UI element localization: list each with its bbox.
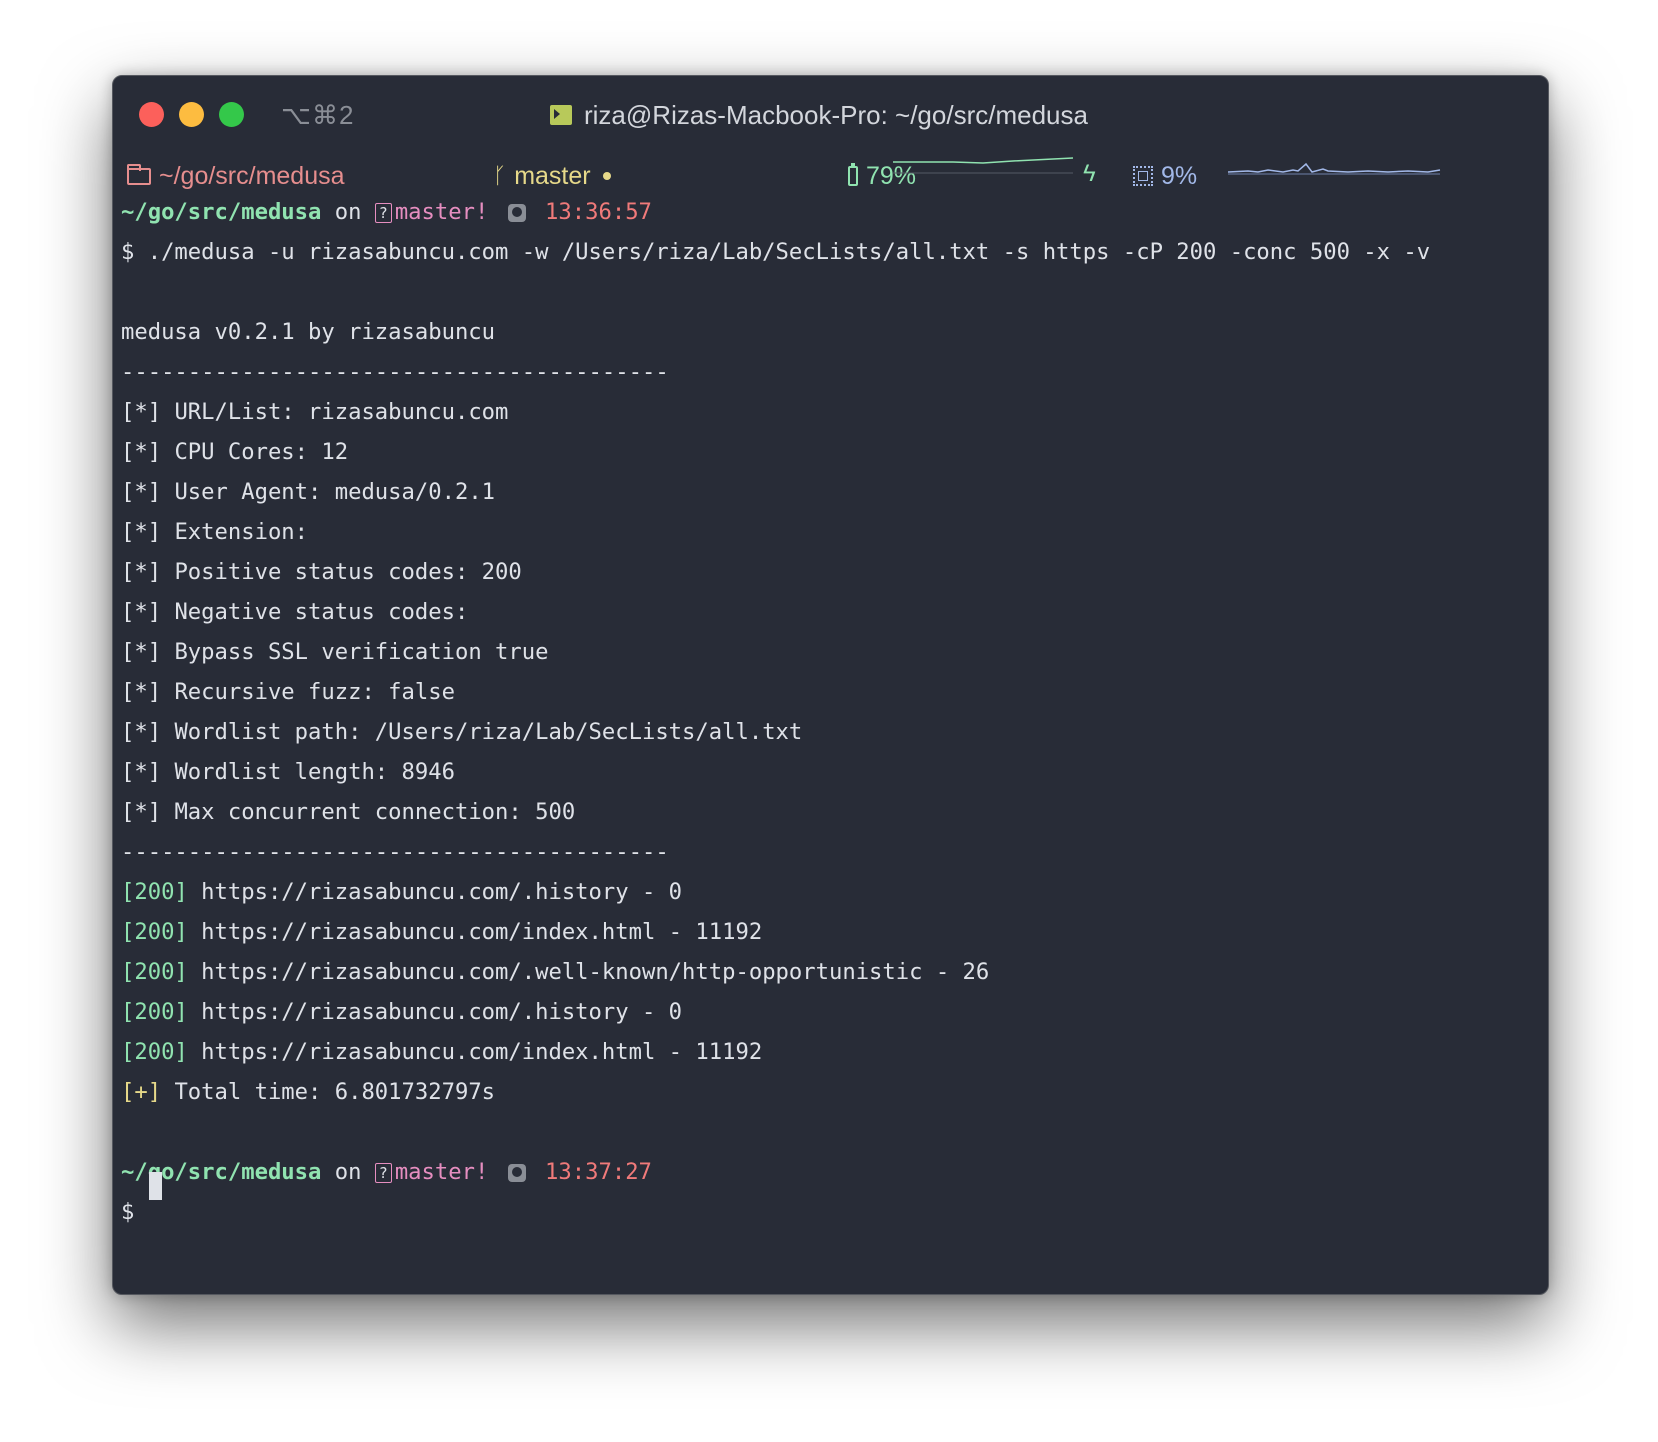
clock-icon [507, 1163, 526, 1182]
status-branch[interactable]: ᚴ master [493, 160, 611, 192]
status-path-text: ~/go/src/medusa [159, 161, 345, 190]
info-line: [*] URL/List: rizasabuncu.com [121, 399, 509, 425]
status-path[interactable]: ~/go/src/medusa [127, 160, 345, 192]
window-shortcut: ⌥⌘2 [281, 100, 355, 130]
battery-icon [848, 163, 858, 186]
prompt-line: ~/go/src/medusa on ? master! 13:36:57 [121, 199, 652, 225]
info-line: [*] Negative status codes: [121, 599, 469, 625]
info-line: [*] Wordlist path: /Users/riza/Lab/SecLi… [121, 719, 803, 745]
result-line: [200] https://rizasabuncu.com/index.html… [121, 919, 763, 945]
cpu-graph [1228, 162, 1441, 175]
maximize-button[interactable] [219, 102, 244, 127]
separator-line: ----------------------------------------… [121, 839, 669, 865]
result-line: [200] https://rizasabuncu.com/.history -… [121, 879, 683, 905]
window-title: riza@Rizas-Macbook-Pro: ~/go/src/medusa [550, 99, 1088, 131]
title-bar: ⌥⌘2 riza@Rizas-Macbook-Pro: ~/go/src/med… [113, 76, 1548, 152]
folder-icon [127, 163, 151, 185]
git-branch-icon: ᚴ [493, 163, 507, 188]
info-line: [*] User Agent: medusa/0.2.1 [121, 479, 496, 505]
info-line: [*] CPU Cores: 12 [121, 439, 349, 465]
input-prompt: $ [121, 1199, 135, 1225]
battery-graph [893, 157, 1073, 174]
result-line: [200] https://rizasabuncu.com/.well-know… [121, 959, 990, 985]
window-title-text: riza@Rizas-Macbook-Pro: ~/go/src/medusa [584, 99, 1088, 130]
banner-line: medusa v0.2.1 by rizasabuncu [121, 319, 496, 345]
text-cursor [149, 1172, 162, 1200]
prompt-line: ~/go/src/medusa on ? master! 13:37:27 [121, 1159, 652, 1185]
total-time-line: [+] Total time: 6.801732797s [121, 1079, 496, 1105]
dirty-indicator-icon [602, 172, 611, 180]
info-line: [*] Max concurrent connection: 500 [121, 799, 576, 825]
close-button[interactable] [139, 102, 164, 127]
terminal-icon [550, 105, 572, 125]
info-line: [*] Extension: [121, 519, 309, 545]
result-line: [200] https://rizasabuncu.com/index.html… [121, 1039, 763, 1065]
git-status-icon: ? [374, 1162, 392, 1183]
status-branch-text: master [514, 161, 591, 190]
info-line: [*] Positive status codes: 200 [121, 559, 522, 585]
charging-icon: ϟ [1083, 160, 1096, 187]
result-line: [200] https://rizasabuncu.com/.history -… [121, 999, 683, 1025]
cpu-icon [1133, 166, 1153, 186]
git-status-icon: ? [374, 202, 392, 223]
status-cpu-text: 9% [1161, 161, 1198, 190]
info-line: [*] Wordlist length: 8946 [121, 759, 455, 785]
separator-line: ----------------------------------------… [121, 359, 669, 385]
terminal-window: ⌥⌘2 riza@Rizas-Macbook-Pro: ~/go/src/med… [112, 75, 1549, 1295]
info-line: [*] Recursive fuzz: false [121, 679, 455, 705]
clock-icon [507, 203, 526, 222]
minimize-button[interactable] [179, 102, 204, 127]
info-line: [*] Bypass SSL verification true [121, 639, 549, 665]
command-line: $ ./medusa -u rizasabuncu.com -w /Users/… [121, 239, 1431, 265]
status-cpu: 9% [1133, 160, 1197, 192]
